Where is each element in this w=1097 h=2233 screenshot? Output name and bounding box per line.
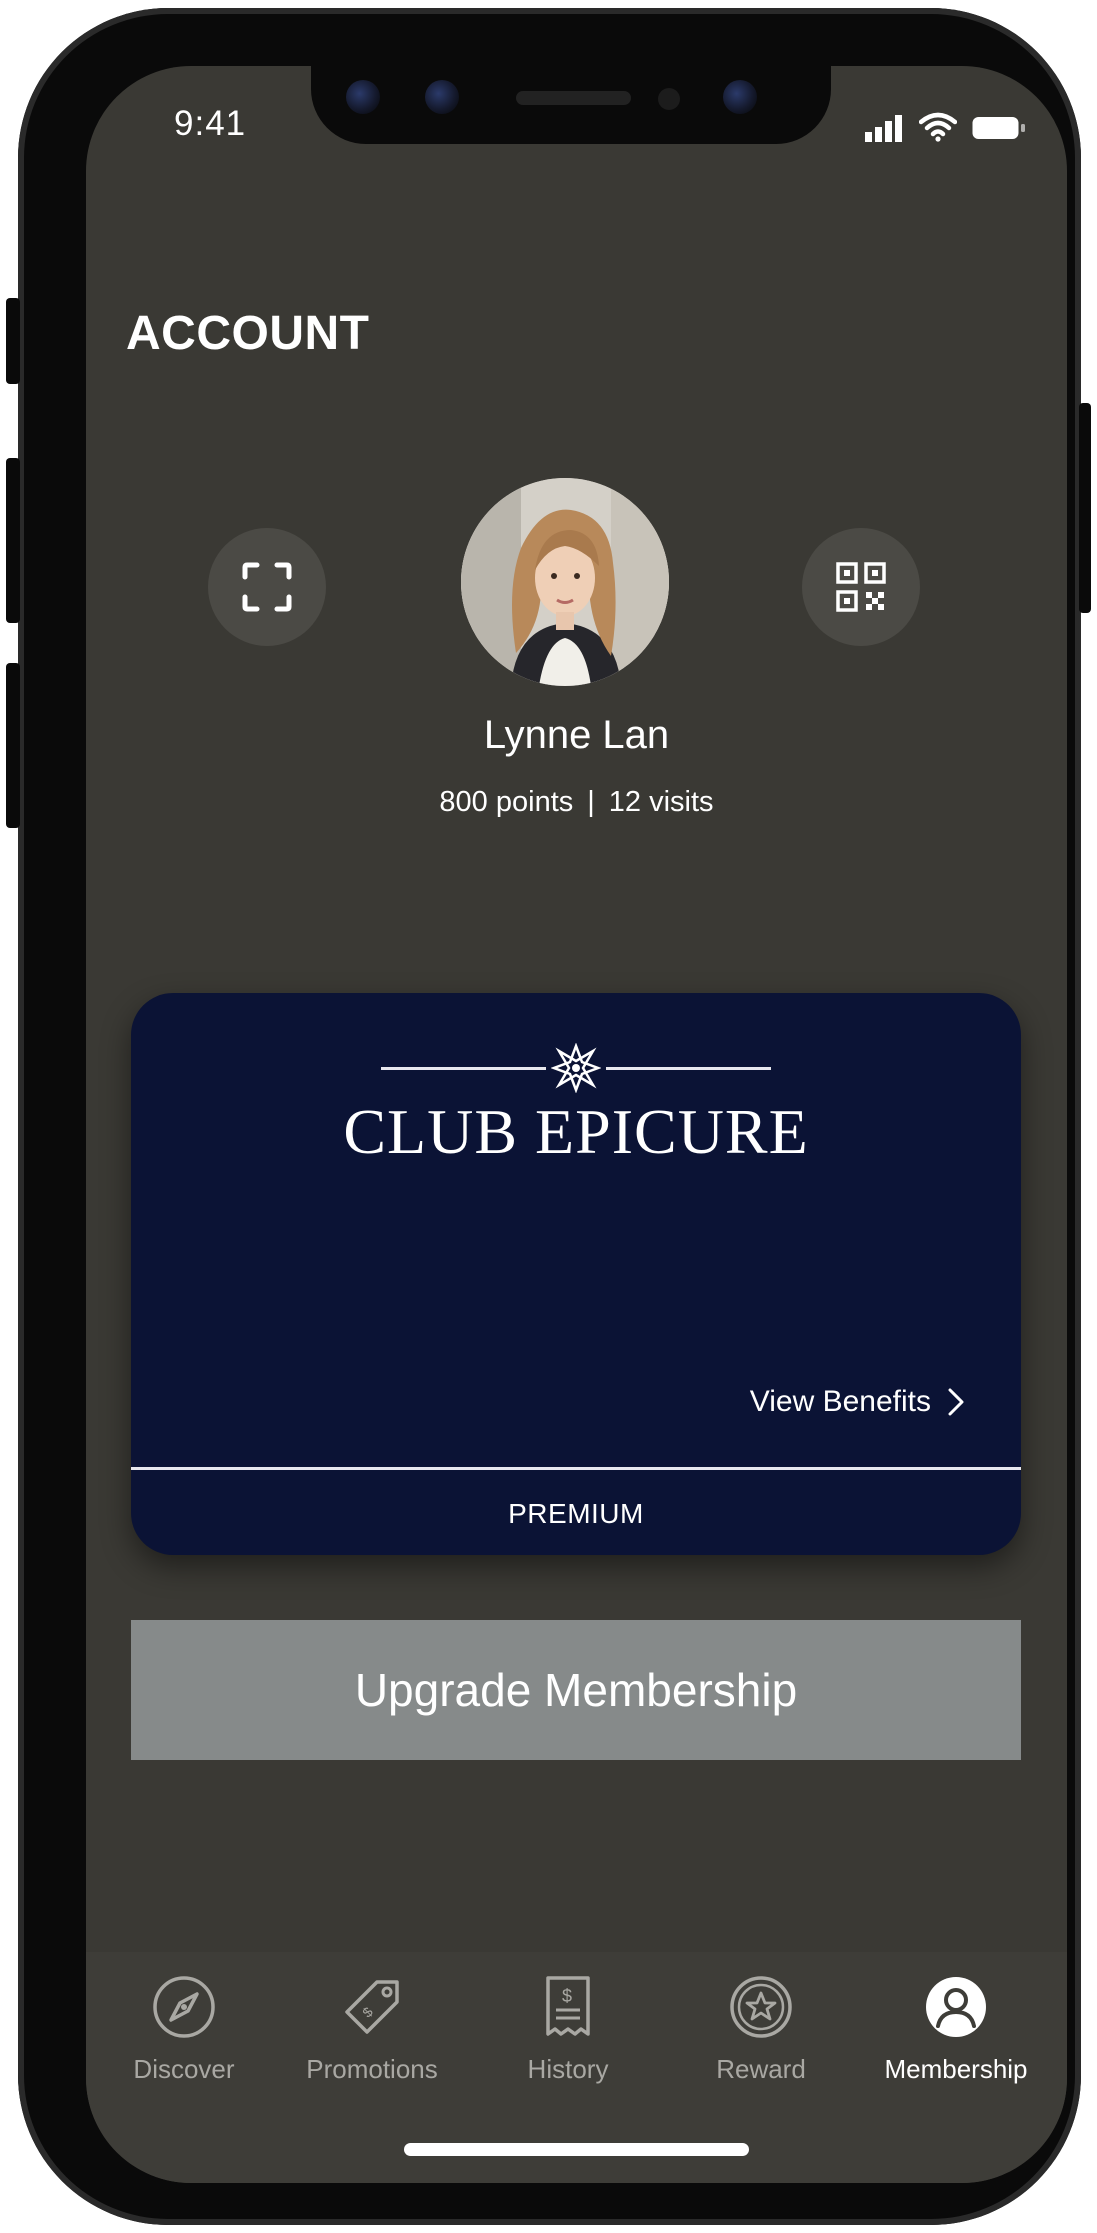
page-title: ACCOUNT <box>126 307 370 360</box>
tab-label: History <box>527 2054 609 2084</box>
tab-reward[interactable]: Reward <box>666 1972 856 2085</box>
tab-label: Membership <box>884 2054 1028 2084</box>
front-camera <box>723 80 757 114</box>
card-brand: CLUB EPICURE <box>343 1096 809 1167</box>
profile-photo <box>461 478 669 686</box>
battery-icon <box>972 117 1025 139</box>
svg-text:$: $ <box>562 1986 572 2006</box>
card-rule-left <box>381 1067 546 1070</box>
home-indicator[interactable] <box>404 2143 749 2156</box>
user-name: Lynne Lan <box>483 713 670 757</box>
card-emblem-icon <box>551 1043 601 1093</box>
scan-button[interactable] <box>208 528 326 646</box>
tab-history[interactable]: $ History <box>473 1972 663 2085</box>
phone-frame: 9:41 ACCOUNT Lynne Lan 800 points | 12 v… <box>6 8 1091 2225</box>
view-benefits-label: View Benefits <box>749 1385 931 1418</box>
tab-promotions[interactable]: $ Promotions <box>277 1972 467 2085</box>
chevron-right-icon <box>948 1388 964 1416</box>
card-divider <box>131 1467 1021 1470</box>
receipt-icon: $ <box>546 1976 590 2036</box>
tab-label: Discover <box>133 2054 235 2084</box>
signal-icon <box>865 115 902 142</box>
camera-lens <box>425 80 459 114</box>
scan-frame-icon <box>242 562 292 612</box>
qr-code-button[interactable] <box>802 528 920 646</box>
user-icon <box>926 1977 986 2037</box>
tab-label: Reward <box>716 2054 806 2084</box>
visits-count: 12 visits <box>608 786 714 818</box>
view-benefits-link[interactable]: View Benefits <box>750 1385 965 1419</box>
mute-switch <box>6 298 20 384</box>
upgrade-membership-button[interactable]: Upgrade Membership <box>131 1620 1021 1760</box>
camera-lens <box>346 80 380 114</box>
membership-card[interactable]: CLUB EPICURE View Benefits PREMIUM <box>131 993 1021 1555</box>
svg-text:$: $ <box>359 2004 376 2021</box>
notch <box>311 66 831 144</box>
proximity-sensor <box>658 88 680 110</box>
status-time: 9:41 <box>174 104 247 143</box>
tab-label: Promotions <box>306 2054 438 2084</box>
card-rule-right <box>606 1067 771 1070</box>
compass-icon <box>153 1976 215 2038</box>
status-icons <box>865 110 1027 142</box>
membership-tier: PREMIUM <box>508 1498 644 1529</box>
tab-discover[interactable]: Discover <box>89 1972 279 2085</box>
power-button <box>1079 403 1091 613</box>
star-badge-icon <box>730 1976 792 2038</box>
volume-up-button <box>6 458 20 623</box>
points-count: 800 points <box>439 786 574 818</box>
wifi-icon <box>919 112 957 142</box>
qr-code-icon <box>836 562 886 612</box>
volume-down-button <box>6 663 20 828</box>
user-stats: 800 points | 12 visits <box>86 786 1067 819</box>
stats-separator: | <box>587 786 595 818</box>
earpiece-speaker <box>516 91 631 105</box>
avatar[interactable] <box>461 478 669 686</box>
tab-membership[interactable]: Membership <box>861 1972 1051 2085</box>
screen: 9:41 ACCOUNT Lynne Lan 800 points | 12 v… <box>86 66 1067 2183</box>
tag-icon: $ <box>345 1980 399 2034</box>
